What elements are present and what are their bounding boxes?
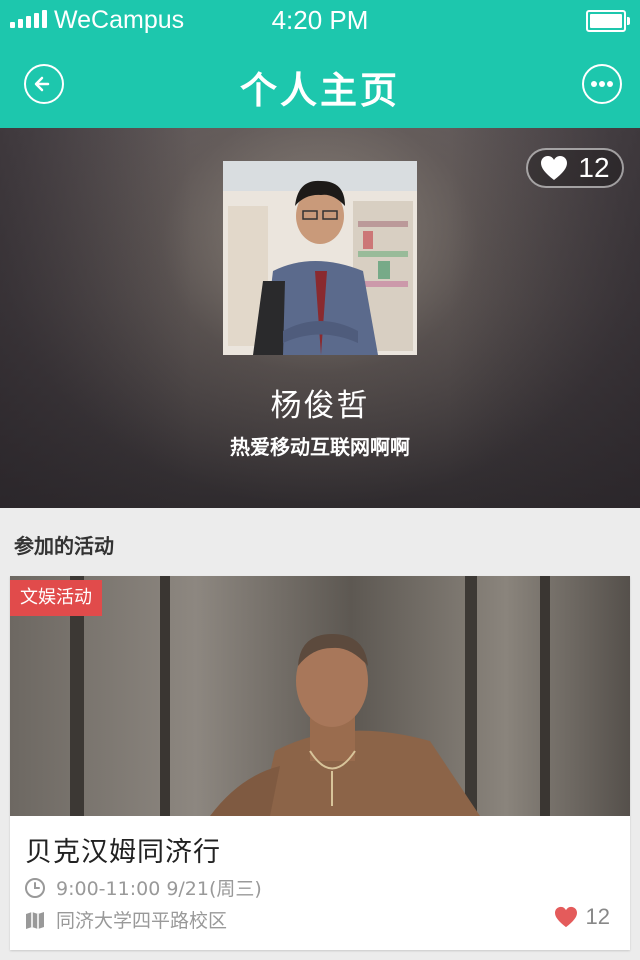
more-dots-icon [591,81,613,87]
clock-icon [25,877,45,898]
navigation-bar: 个人主页 [0,40,640,128]
heart-icon [554,906,577,928]
activity-like-button[interactable]: 12 [554,904,610,930]
status-bar: WeCampus 4:20 PM [0,0,640,40]
activity-location: 同济大学四平路校区 [56,910,228,932]
category-tag: 文娱活动 [10,580,102,616]
avatar-photo [223,161,417,355]
activity-image[interactable]: 文娱活动 [10,576,630,816]
activity-like-count: 12 [585,904,610,929]
profile-bio: 热爱移动互联网啊啊 [230,435,410,459]
more-button[interactable] [582,64,622,104]
battery-icon [586,10,630,32]
map-icon [26,911,44,929]
activity-photo [10,576,630,816]
activity-time: 9:00-11:00 9/21(周三) [56,878,262,900]
profile-name: 杨俊哲 [270,388,370,424]
activity-time-row: 9:00-11:00 9/21(周三) [24,874,262,901]
profile-header: 12 杨俊哲 热爱移动互联网啊啊 [0,128,640,508]
status-time: 4:20 PM [271,5,369,35]
heart-icon [541,156,568,180]
activity-title[interactable]: 贝克汉姆同济行 [25,830,221,869]
page-title: 个人主页 [240,69,400,112]
profile-like-button[interactable]: 12 [526,148,624,188]
profile-like-count: 12 [578,152,610,183]
activities-section-title: 参加的活动 [14,534,114,558]
activity-location-row: 同济大学四平路校区 [24,906,227,933]
activity-card[interactable]: 文娱活动 贝克汉姆同济行 9:00-11:00 9/21(周三) 同济大学四平路… [10,576,630,950]
avatar[interactable] [223,161,417,355]
